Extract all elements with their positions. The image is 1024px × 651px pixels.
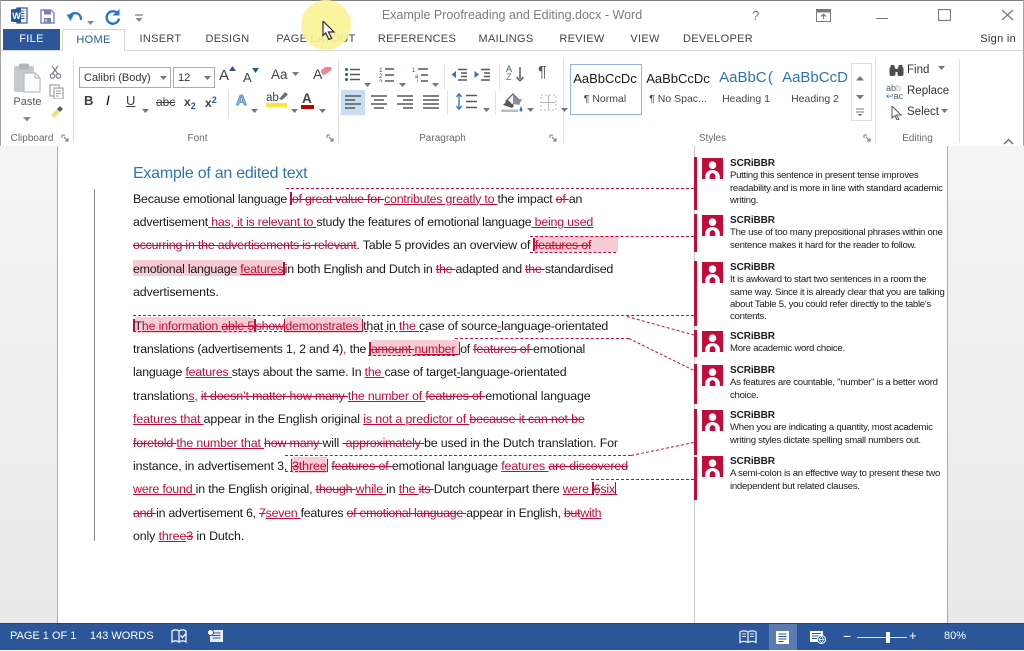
svg-text:3: 3	[379, 79, 383, 82]
svg-text:W: W	[12, 11, 21, 21]
svg-text:i: i	[417, 79, 418, 82]
